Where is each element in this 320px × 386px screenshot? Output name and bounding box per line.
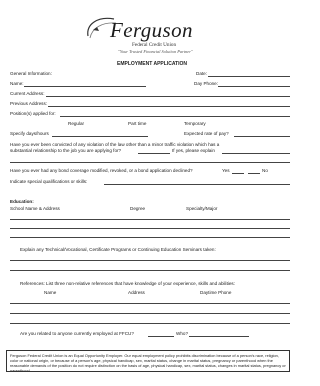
name-label: Name: xyxy=(10,81,24,86)
temporary-option[interactable]: Temporary xyxy=(184,121,206,127)
bond-yes-field[interactable] xyxy=(232,173,244,174)
education-row-2[interactable] xyxy=(10,228,290,229)
regular-option[interactable]: Regular xyxy=(68,121,84,127)
bond-question: Have you ever had any bond coverage modi… xyxy=(10,168,193,173)
logo-name: Ferguson xyxy=(110,18,193,42)
technical-programs-label: Explain any Technical/Vocational, Certif… xyxy=(20,247,216,252)
current-address-field[interactable] xyxy=(46,96,290,97)
reference-phone-header: Daytime Phone xyxy=(200,290,232,295)
current-address-label: Current Address: xyxy=(10,91,45,96)
bond-no-field[interactable] xyxy=(248,173,260,174)
references-intro: References: List three non-relative refe… xyxy=(20,281,236,286)
specialty-column-header: Specialty/Major xyxy=(186,206,218,211)
form-title: EMPLOYMENT APPLICATION xyxy=(117,61,187,67)
general-information-label: General Information: xyxy=(10,71,52,76)
previous-address-field[interactable] xyxy=(48,106,290,107)
convicted-explain-field[interactable] xyxy=(222,153,290,154)
education-heading: Education: xyxy=(10,199,34,204)
related-answer-field[interactable] xyxy=(148,336,174,337)
day-phone-field[interactable] xyxy=(218,86,290,87)
day-phone-label: Day Phone: xyxy=(194,81,219,86)
positions-applied-label: Position(s) applied for: xyxy=(10,111,56,116)
convicted-question-line2: substantial relationship to the job you … xyxy=(10,148,122,153)
logo-tagline: "Your Trusted Financial Solution Partner… xyxy=(118,49,193,54)
bond-no-option[interactable]: No xyxy=(262,168,268,174)
if-yes-label: If yes, please explain xyxy=(172,148,215,153)
specify-days-field[interactable] xyxy=(52,136,148,137)
education-row-1[interactable] xyxy=(10,219,290,220)
related-question: Are you related to anyone currently empl… xyxy=(20,331,134,336)
ferguson-logo: Ferguson Federal Credit Union "Your Trus… xyxy=(84,14,214,60)
expected-rate-label: Expected rate of pay? xyxy=(184,131,229,136)
special-skills-label: Indicate special qualifications or skill… xyxy=(10,179,88,184)
school-column-header: School Name & Address xyxy=(10,206,60,211)
reference-row-3[interactable] xyxy=(10,323,290,324)
reference-row-2[interactable] xyxy=(10,313,290,314)
who-label: Who? xyxy=(176,331,189,336)
reference-name-header: Name xyxy=(44,290,57,295)
reference-address-header: Address xyxy=(128,290,145,295)
who-field[interactable] xyxy=(189,336,249,337)
date-label: Date: xyxy=(196,71,207,76)
logo-subtitle: Federal Credit Union xyxy=(132,42,177,48)
positions-applied-field[interactable] xyxy=(60,116,290,117)
employment-application-page: Ferguson Federal Credit Union "Your Trus… xyxy=(0,0,298,386)
part-time-option[interactable]: Part time xyxy=(128,121,146,127)
convicted-answer-field[interactable] xyxy=(138,153,170,154)
reference-row-1[interactable] xyxy=(10,303,290,304)
special-skills-field[interactable] xyxy=(104,184,290,185)
previous-address-label: Previous Address: xyxy=(10,101,48,106)
expected-rate-field[interactable] xyxy=(234,136,290,137)
technical-programs-field[interactable] xyxy=(10,260,290,261)
bond-yes-option[interactable]: Yes xyxy=(222,168,230,174)
date-field[interactable] xyxy=(208,76,290,77)
equal-opportunity-notice: Ferguson Federal Credit Union is an Equa… xyxy=(6,350,290,372)
education-row-3[interactable] xyxy=(10,237,290,238)
name-field[interactable] xyxy=(24,86,146,87)
convicted-explain-field-2[interactable] xyxy=(10,162,290,163)
degree-column-header: Degree xyxy=(130,206,146,211)
specify-days-label: Specify days/hours xyxy=(10,131,49,136)
technical-programs-field-2[interactable] xyxy=(10,270,290,271)
